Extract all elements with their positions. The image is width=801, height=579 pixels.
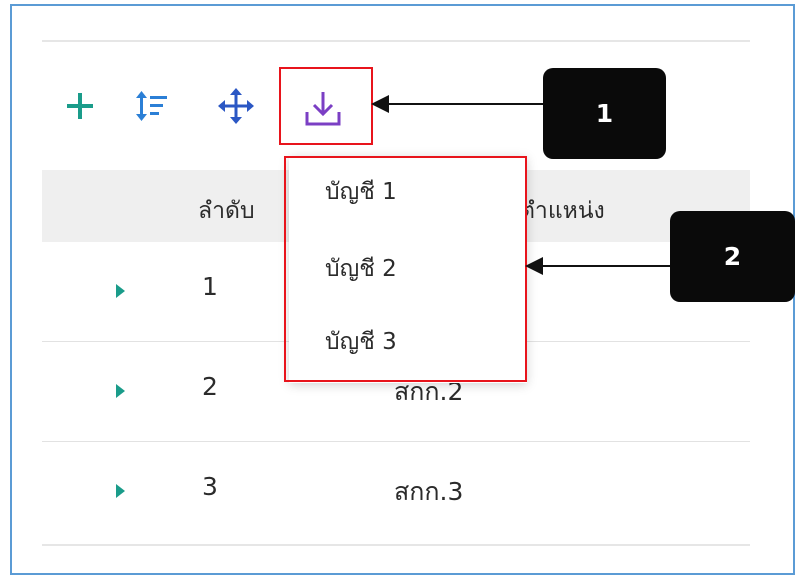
add-button[interactable] bbox=[62, 86, 98, 126]
sort-button[interactable] bbox=[131, 86, 171, 126]
cell-position: สกก.3 bbox=[394, 477, 464, 506]
cell-order: 1 bbox=[202, 272, 218, 301]
move-button[interactable] bbox=[216, 86, 256, 126]
header-order: ลำดับ bbox=[198, 198, 255, 224]
arrow-head-1 bbox=[371, 95, 389, 113]
expand-icon[interactable] bbox=[116, 484, 125, 498]
expand-icon[interactable] bbox=[116, 384, 125, 398]
arrow-line-2 bbox=[540, 265, 672, 267]
move-icon bbox=[218, 88, 254, 124]
expand-icon[interactable] bbox=[116, 284, 125, 298]
cell-order: 2 bbox=[202, 372, 218, 401]
callout-1: 1 bbox=[543, 68, 666, 159]
header-position: ตำแหน่ง bbox=[520, 198, 605, 224]
arrow-head-2 bbox=[525, 257, 543, 275]
highlight-download bbox=[279, 67, 373, 145]
plus-icon bbox=[67, 93, 93, 119]
divider bbox=[42, 40, 750, 42]
sort-icon bbox=[136, 91, 167, 121]
cell-order: 3 bbox=[202, 472, 218, 501]
table-row: 3 สกก.3 bbox=[42, 442, 750, 546]
arrow-line-1 bbox=[386, 103, 544, 105]
callout-2: 2 bbox=[670, 211, 795, 302]
highlight-dropdown bbox=[284, 156, 527, 382]
